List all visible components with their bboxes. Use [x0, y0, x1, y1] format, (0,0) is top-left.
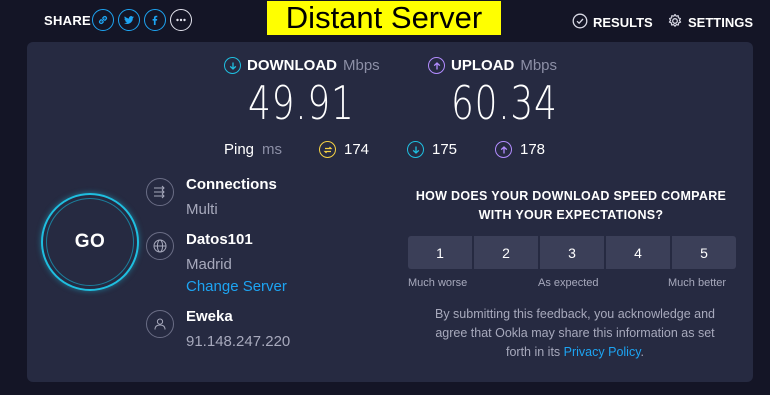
settings-label: SETTINGS — [688, 15, 754, 30]
more-icon[interactable] — [170, 9, 192, 31]
scale-mid-label: As expected — [538, 277, 599, 289]
results-label: RESULTS — [593, 15, 653, 30]
download-value: 49.91 — [248, 76, 355, 130]
provider-name: Eweka — [186, 308, 233, 325]
connections-icon — [146, 178, 174, 206]
ping-unit: ms — [262, 141, 283, 158]
disclaimer-line2: agree that Ookla may share this informat… — [435, 326, 715, 340]
rating-1-button[interactable]: 1 — [408, 236, 472, 269]
upload-label: UPLOAD — [451, 57, 515, 74]
disclaimer-line3-suffix: . — [640, 345, 645, 359]
privacy-policy-link[interactable]: Privacy Policy — [564, 345, 641, 359]
globe-icon — [146, 232, 174, 260]
ping-download: 175 — [407, 141, 457, 158]
upload-value: 60.34 — [451, 76, 558, 130]
page-title: Distant Server — [267, 1, 501, 35]
download-arrow-icon — [224, 57, 241, 74]
facebook-icon[interactable] — [144, 9, 166, 31]
ping-download-value: 175 — [432, 141, 458, 158]
ping-idle: 174 — [319, 141, 369, 158]
provider-ip: 91.148.247.220 — [186, 333, 291, 350]
ping-label: Ping — [224, 141, 255, 158]
download-latency-icon — [407, 141, 424, 158]
feedback-question-line2: WITH YOUR EXPECTATIONS? — [478, 208, 664, 222]
share-label: SHARE — [44, 13, 92, 28]
disclaimer-line3: forth in its Privacy Policy. — [410, 343, 740, 362]
twitter-icon[interactable] — [118, 9, 140, 31]
scale-low-label: Much worse — [408, 277, 468, 289]
gear-icon — [667, 13, 683, 32]
rating-2-button[interactable]: 2 — [474, 236, 538, 269]
rating-scale: 1 2 3 4 5 — [408, 236, 736, 269]
ping-upload-value: 178 — [520, 141, 546, 158]
person-icon — [146, 310, 174, 338]
download-label: DOWNLOAD — [247, 57, 337, 74]
connections-title: Connections — [186, 176, 277, 193]
change-server-link[interactable]: Change Server — [186, 278, 287, 295]
feedback-question: HOW DOES YOUR DOWNLOAD SPEED COMPARE WIT… — [411, 187, 731, 225]
connections-value: Multi — [186, 201, 218, 218]
upload-latency-icon — [495, 141, 512, 158]
check-circle-icon — [572, 13, 588, 32]
share-icons — [92, 9, 192, 31]
top-bar: SHARE Distant Server RESULTS SETTINGS — [0, 0, 770, 42]
go-button-ring: GO — [41, 193, 139, 291]
go-button[interactable]: GO — [46, 198, 134, 286]
rating-3-button[interactable]: 3 — [540, 236, 604, 269]
feedback-disclaimer: By submitting this feedback, you acknowl… — [410, 305, 740, 362]
feedback-question-line1: HOW DOES YOUR DOWNLOAD SPEED COMPARE — [415, 189, 727, 203]
disclaimer-line3-prefix: forth in its — [505, 345, 561, 359]
upload-unit: Mbps — [520, 57, 558, 74]
idle-latency-icon — [319, 141, 336, 158]
rating-5-button[interactable]: 5 — [672, 236, 736, 269]
ping-idle-value: 174 — [344, 141, 370, 158]
upload-header: UPLOAD Mbps — [428, 57, 557, 74]
ping-row: Ping ms — [224, 141, 282, 158]
scale-high-label: Much better — [668, 277, 727, 289]
download-header: DOWNLOAD Mbps — [224, 57, 380, 74]
disclaimer-line1: By submitting this feedback, you acknowl… — [434, 307, 716, 321]
server-name: Datos101 — [186, 231, 253, 248]
link-icon[interactable] — [92, 9, 114, 31]
rating-4-button[interactable]: 4 — [606, 236, 670, 269]
download-unit: Mbps — [343, 57, 380, 74]
upload-arrow-icon — [428, 57, 445, 74]
results-link[interactable]: RESULTS — [572, 13, 653, 32]
server-location: Madrid — [186, 256, 232, 273]
ping-upload: 178 — [495, 141, 545, 158]
settings-link[interactable]: SETTINGS — [667, 13, 753, 32]
